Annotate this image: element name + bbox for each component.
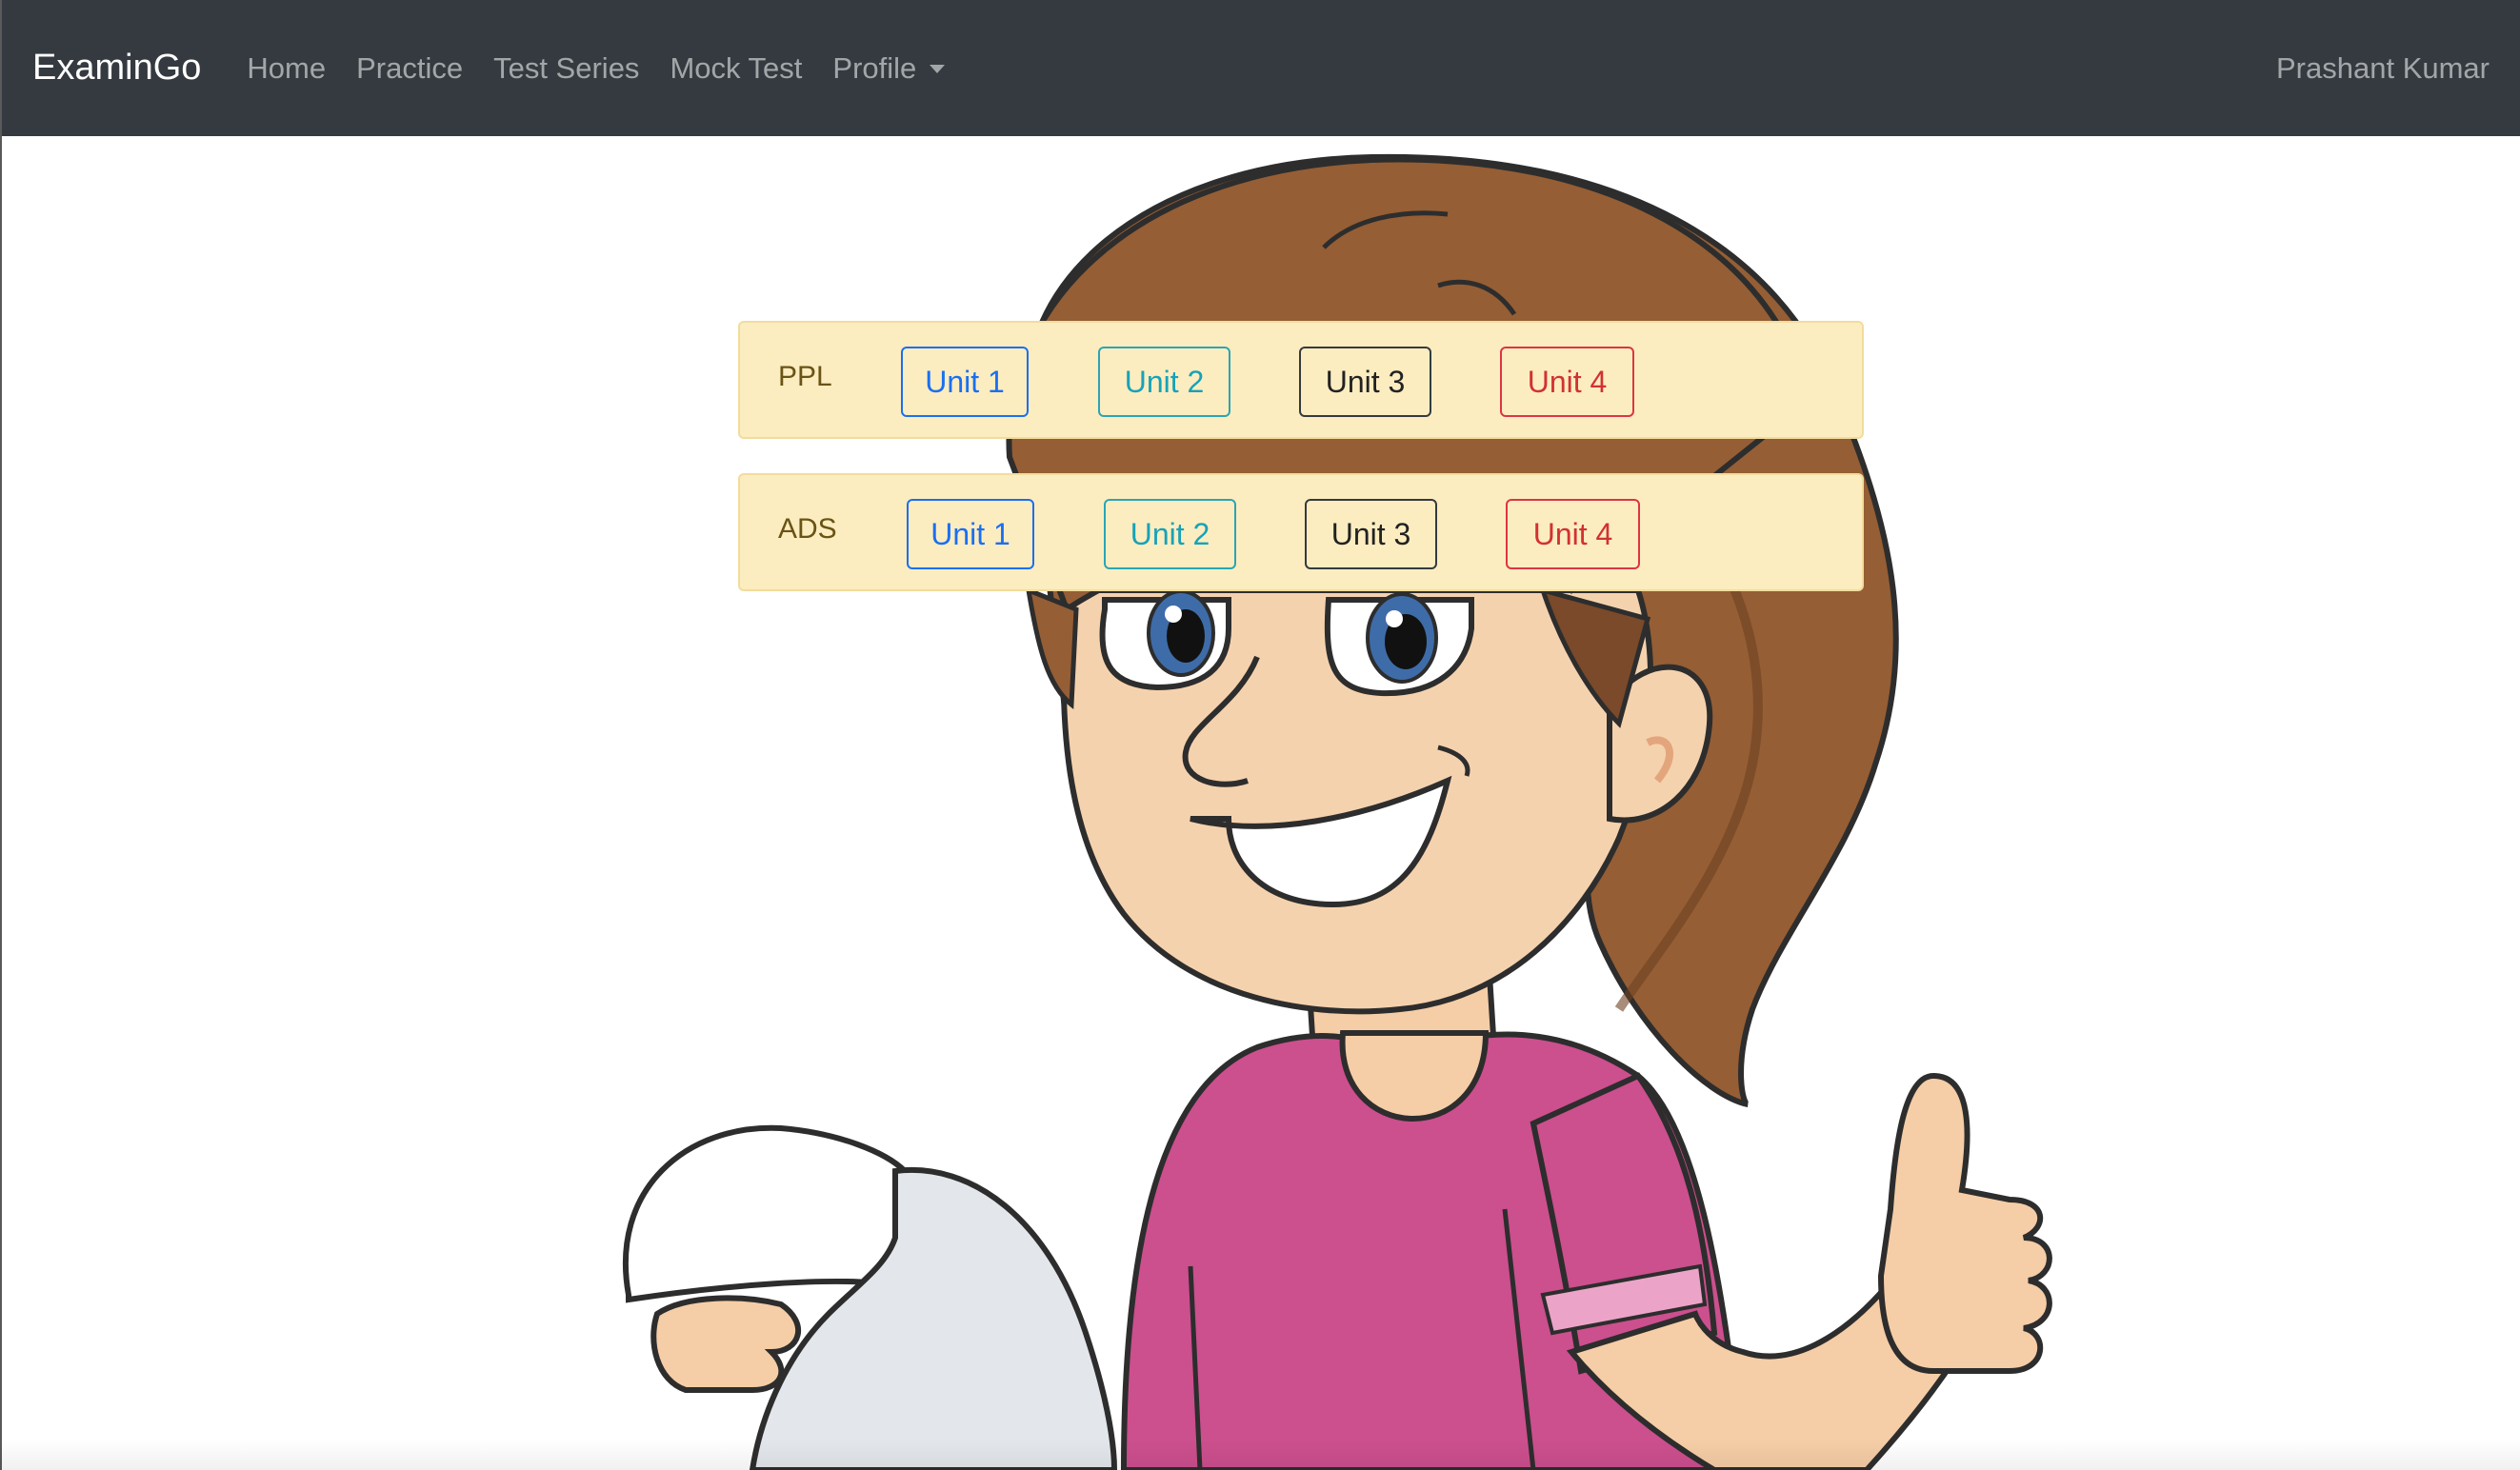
ppl-unit-2-button[interactable]: Unit 2: [1098, 347, 1230, 417]
subject-card-ppl: PPL Unit 1 Unit 2 Unit 3 Unit 4: [738, 321, 1864, 439]
ads-unit-4-button[interactable]: Unit 4: [1506, 499, 1640, 569]
nav-profile-dropdown[interactable]: Profile: [832, 50, 946, 86]
brand-logo[interactable]: ExaminGo: [32, 48, 201, 89]
ads-unit-3-button[interactable]: Unit 3: [1305, 499, 1437, 569]
subject-card-ads: ADS Unit 1 Unit 2 Unit 3 Unit 4: [738, 473, 1864, 591]
top-navbar: ExaminGo Home Practice Test Series Mock …: [2, 0, 2520, 136]
subject-label: ADS: [778, 513, 837, 545]
nav-practice[interactable]: Practice: [356, 51, 463, 86]
subject-label: PPL: [778, 361, 832, 392]
bottom-shadow: [0, 1440, 2520, 1470]
ppl-unit-4-button[interactable]: Unit 4: [1500, 347, 1634, 417]
ads-unit-2-button[interactable]: Unit 2: [1104, 499, 1236, 569]
nav-mock-test[interactable]: Mock Test: [670, 51, 802, 86]
ads-unit-1-button[interactable]: Unit 1: [907, 499, 1034, 569]
nav-home[interactable]: Home: [247, 51, 326, 86]
nav-profile-label: Profile: [832, 50, 917, 85]
nav-user-name[interactable]: Prashant Kumar: [2276, 51, 2490, 86]
ppl-unit-3-button[interactable]: Unit 3: [1299, 347, 1431, 417]
ppl-unit-1-button[interactable]: Unit 1: [901, 347, 1029, 417]
page: ExaminGo Home Practice Test Series Mock …: [0, 0, 2520, 1470]
caret-down-icon: [930, 65, 946, 73]
nav-test-series[interactable]: Test Series: [493, 51, 639, 86]
